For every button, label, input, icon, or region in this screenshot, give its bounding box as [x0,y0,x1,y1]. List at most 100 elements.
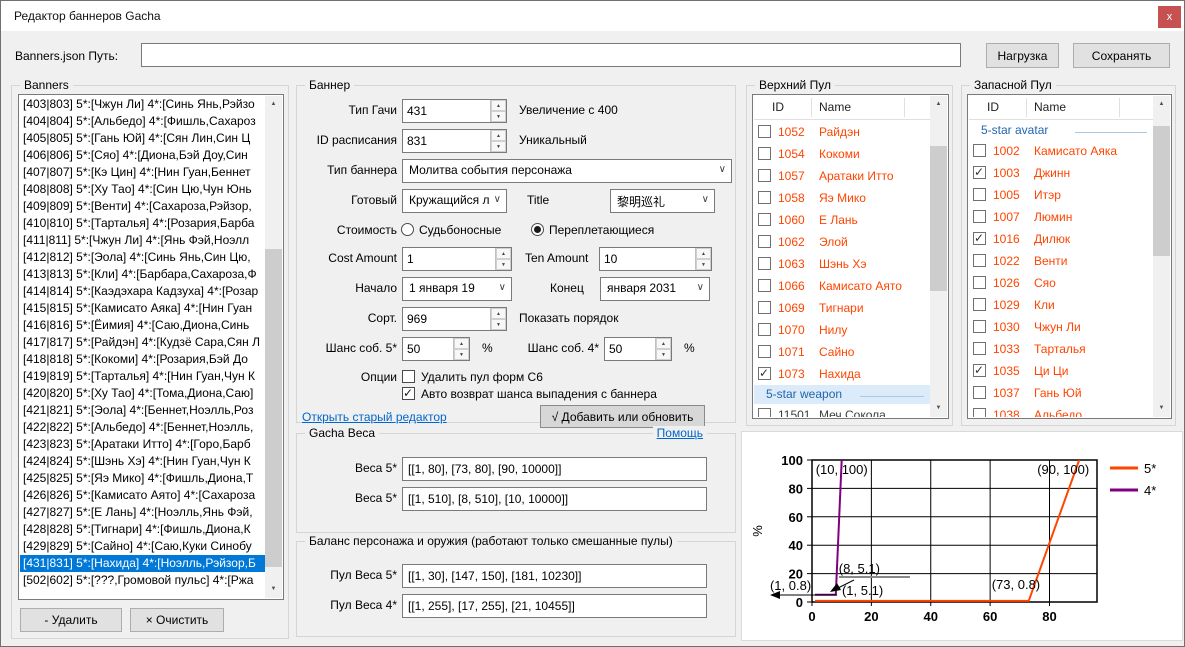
pool-row-checkbox[interactable] [973,254,986,267]
pool-weights4-input[interactable] [402,594,707,618]
spin-down-icon[interactable]: ▼ [491,319,506,330]
end-date-select[interactable]: января 2031 ∨ [600,277,710,301]
banner-type-select[interactable]: Молитва события персонажа ∨ [402,159,732,183]
pool-row[interactable]: 11501Меч Сокола [754,404,930,417]
cost-intertwined-radio[interactable] [531,223,544,236]
pool-row-checkbox[interactable] [758,213,771,226]
help-link[interactable]: Помощь [653,426,707,440]
pool-row[interactable]: 1022Венти [969,250,1153,272]
scroll-up-icon[interactable]: ▲ [930,96,947,113]
ten-amount-input[interactable] [600,248,695,270]
column-header-name[interactable]: Name [819,100,851,114]
add-or-update-button[interactable]: √ Добавить или обновить [540,405,705,428]
banner-list-item[interactable]: [429|829] 5*:[Сайно] 4*:[Саю,Куки Синобу [20,538,265,555]
delete-banner-button[interactable]: - Удалить [20,608,122,632]
open-old-editor-link[interactable]: Открыть старый редактор [302,410,447,424]
banner-list-item[interactable]: [408|808] 5*:[Ху Тао] 4*:[Син Цю,Чун Юнь [20,181,265,198]
pool-row[interactable]: 1026Сяо [969,272,1153,294]
sort-input[interactable] [403,308,490,330]
pool-row-checkbox[interactable] [973,408,986,417]
banner-list-item[interactable]: [413|813] 5*:[Кли] 4*:[Барбара,Сахароза,… [20,266,265,283]
pool-row-checkbox[interactable] [758,147,771,160]
pool-row[interactable]: 1060Е Лань [754,209,930,231]
banner-list-item[interactable]: [412|812] 5*:[Эола] 4*:[Синь Янь,Син Цю, [20,249,265,266]
scrollbar-thumb[interactable] [1153,126,1170,256]
pool-row[interactable]: 1070Нилу [754,319,930,341]
cost-fateful-radio[interactable] [401,223,414,236]
save-button[interactable]: Сохранять [1073,43,1170,68]
pool-row[interactable]: 1016Дилюк [969,228,1153,250]
banner-list-item[interactable]: [422|822] 5*:[Альбедо] 4*:[Беннет,Ноэлль… [20,419,265,436]
pool-row[interactable]: 1069Тигнари [754,297,930,319]
pool-row-checkbox[interactable] [973,144,986,157]
pool-row[interactable]: 1035Ци Ци [969,360,1153,382]
banner-list-item[interactable]: [411|811] 5*:[Чжун Ли] 4*:[Янь Фэй,Ноэлл [20,232,265,249]
pool-row[interactable]: 1005Итэр [969,184,1153,206]
pool-row-checkbox[interactable] [758,367,771,380]
option-remove-pool-checkbox[interactable] [402,370,415,383]
pool-row[interactable]: 1058Яэ Мико [754,187,930,209]
spin-down-icon[interactable]: ▼ [656,349,671,360]
scroll-down-icon[interactable]: ▼ [265,581,282,598]
pool-row-checkbox[interactable] [973,188,986,201]
pool-row-checkbox[interactable] [973,210,986,223]
upper-pool-scrollbar[interactable]: ▲ ▼ [930,96,947,417]
pool-weights5-input[interactable] [402,564,707,588]
pool-row-checkbox[interactable] [973,364,986,377]
pool-row-checkbox[interactable] [758,345,771,358]
chance5-input[interactable] [403,338,453,360]
reserve-pool-scrollbar[interactable]: ▲ ▼ [1153,96,1170,417]
weights4-input[interactable] [402,487,707,511]
pool-row[interactable]: 1003Джинн [969,162,1153,184]
pool-row[interactable]: 1037Гань Юй [969,382,1153,404]
gacha-type-input[interactable] [403,100,490,122]
option-auto-return-checkbox[interactable] [402,387,415,400]
spin-down-icon[interactable]: ▼ [496,259,511,270]
pool-row-checkbox[interactable] [758,169,771,182]
scroll-up-icon[interactable]: ▲ [1153,96,1170,113]
pool-row-checkbox[interactable] [758,279,771,292]
banner-list-item[interactable]: [403|803] 5*:[Чжун Ли] 4*:[Синь Янь,Рэйз… [20,96,265,113]
scroll-up-icon[interactable]: ▲ [265,96,282,113]
cost-amount-input[interactable] [403,248,495,270]
pool-row-checkbox[interactable] [758,323,771,336]
banner-list-item[interactable]: [405|805] 5*:[Гань Юй] 4*:[Сян Лин,Син Ц [20,130,265,147]
pool-row[interactable]: 1071Сайно [754,341,930,363]
spin-up-icon[interactable]: ▲ [696,248,711,259]
pool-row[interactable]: 1038Альбедо [969,404,1153,417]
column-header-id[interactable]: ID [772,100,784,114]
pool-row[interactable]: 1063Шэнь Хэ [754,253,930,275]
pool-row[interactable]: 1030Чжун Ли [969,316,1153,338]
spin-down-icon[interactable]: ▼ [454,349,469,360]
pool-row-checkbox[interactable] [758,191,771,204]
banner-list-item[interactable]: [428|828] 5*:[Тигнари] 4*:[Фишль,Диона,К [20,521,265,538]
prefab-select[interactable]: Кружащийся л ∨ [402,189,507,213]
banner-list-item[interactable]: [424|824] 5*:[Шэнь Хэ] 4*:[Нин Гуан,Чун … [20,453,265,470]
banner-list-item[interactable]: [423|823] 5*:[Аратаки Итто] 4*:[Горо,Бар… [20,436,265,453]
pool-row[interactable]: 1066Камисато Аято [754,275,930,297]
scroll-down-icon[interactable]: ▼ [1153,400,1170,417]
column-header-id[interactable]: ID [987,100,999,114]
pool-row-checkbox[interactable] [973,342,986,355]
banner-list-item[interactable]: [425|825] 5*:[Яэ Мико] 4*:[Фишль,Диона,Т [20,470,265,487]
spin-down-icon[interactable]: ▼ [491,111,506,122]
spin-down-icon[interactable]: ▼ [491,141,506,152]
pool-row[interactable]: 1057Аратаки Итто [754,165,930,187]
spin-up-icon[interactable]: ▲ [656,338,671,349]
pool-row[interactable]: 1062Элой [754,231,930,253]
pool-row[interactable]: 1007Люмин [969,206,1153,228]
banner-list-item[interactable]: [416|816] 5*:[Ёимия] 4*:[Саю,Диона,Синь [20,317,265,334]
pool-row-checkbox[interactable] [973,232,986,245]
pool-row-checkbox[interactable] [973,166,986,179]
pool-row[interactable]: 1029Кли [969,294,1153,316]
banner-list-item[interactable]: [407|807] 5*:[Кэ Цин] 4*:[Нин Гуан,Бенне… [20,164,265,181]
title-select[interactable]: 黎明巡礼 ∨ [610,189,715,213]
load-button[interactable]: Нагрузка [986,43,1059,68]
banner-list-item[interactable]: [409|809] 5*:[Венти] 4*:[Сахароза,Рэйзор… [20,198,265,215]
banner-list-item[interactable]: [419|819] 5*:[Тарталья] 4*:[Нин Гуан,Чун… [20,368,265,385]
banner-list-item[interactable]: [410|810] 5*:[Тарталья] 4*:[Розария,Барб… [20,215,265,232]
spin-up-icon[interactable]: ▲ [491,130,506,141]
pool-row-checkbox[interactable] [758,301,771,314]
pool-row-checkbox[interactable] [973,386,986,399]
pool-row[interactable]: 1054Кокоми [754,143,930,165]
